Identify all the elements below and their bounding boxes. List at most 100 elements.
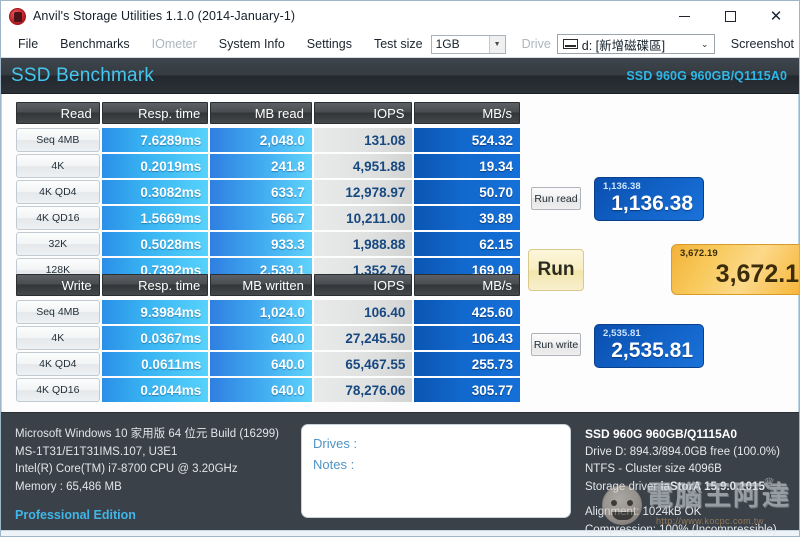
total-score-badge: 3,672.19 3,672.19	[671, 244, 799, 295]
cell-mbs: 425.60	[414, 300, 521, 324]
cell-iops: 1,988.88	[313, 232, 413, 256]
row-label: 4K QD4	[16, 180, 100, 204]
test-size-label: Test size	[373, 37, 423, 51]
app-window: Anvil's Storage Utilities 1.1.0 (2014-Ja…	[0, 0, 800, 537]
column-header-write: Write	[16, 274, 100, 296]
cell-iops: 65,467.55	[313, 352, 413, 376]
write-score-badge: 2,535.81 2,535.81	[594, 324, 704, 368]
cpu-model: Intel(R) Core(TM) i7-8700 CPU @ 3.20GHz	[15, 463, 238, 475]
row-label: Seq 4MB	[16, 300, 100, 324]
table-header-row: Write Resp. time MB written IOPS MB/s	[16, 274, 521, 296]
cell-mbs: 39.89	[414, 206, 521, 230]
table-row: 4K 0.2019ms 241.8 4,951.88 19.34	[16, 154, 521, 178]
maximize-button[interactable]	[707, 1, 753, 31]
notes-input[interactable]: Drives : Notes :	[301, 424, 571, 518]
drive-model: SSD 960G 960GB/Q1115A0	[585, 427, 738, 441]
cell-mb-read: 633.7	[210, 180, 312, 204]
cell-mb-written: 640.0	[210, 352, 312, 376]
cell-mb-read: 566.7	[210, 206, 312, 230]
cell-mb-written: 640.0	[210, 326, 312, 350]
page-title: SSD Benchmark	[11, 64, 155, 86]
column-header-mbs: MB/s	[414, 102, 521, 124]
row-label: 4K	[16, 326, 100, 350]
read-score-value: 1,136.38	[611, 192, 693, 215]
menu-item-system-info[interactable]: System Info	[209, 37, 295, 51]
drive-capacity: Drive D: 894.3/894.0GB free (100.0%)	[585, 445, 780, 458]
cell-mbs: 305.77	[414, 378, 521, 402]
chevron-down-icon[interactable]: ⌄	[696, 39, 714, 50]
cell-mb-read: 933.3	[210, 232, 312, 256]
run-button[interactable]: Run	[528, 249, 584, 291]
storage-driver-label: Storage driver	[585, 480, 658, 493]
cell-mb-read: 2,048.0	[210, 128, 312, 152]
drives-label: Drives :	[313, 436, 358, 451]
row-label: 4K QD16	[16, 378, 100, 402]
table-row: 4K QD4 0.0611ms 640.0 65,467.55 255.73	[16, 352, 521, 376]
cell-resp-time: 0.5028ms	[101, 232, 209, 256]
minimize-button[interactable]	[661, 1, 707, 31]
cell-mb-read: 241.8	[210, 154, 312, 178]
cell-iops: 12,978.97	[313, 180, 413, 204]
cell-mb-written: 640.0	[210, 378, 312, 402]
window-title: Anvil's Storage Utilities 1.1.0 (2014-Ja…	[33, 9, 296, 23]
cell-mb-written: 1,024.0	[210, 300, 312, 324]
cell-resp-time: 0.2044ms	[101, 378, 209, 402]
menu-item-screenshot[interactable]: Screenshot	[721, 37, 799, 51]
cell-resp-time: 0.3082ms	[101, 180, 209, 204]
header-drive-model: SSD 960G 960GB/Q1115A0	[626, 68, 787, 83]
test-size-select[interactable]: 1GB ▼	[430, 34, 506, 54]
cell-iops: 4,951.88	[313, 154, 413, 178]
cell-resp-time: 7.6289ms	[101, 128, 209, 152]
test-size-value: 1GB	[435, 36, 460, 51]
alignment-status: Alignment: 1024kB OK	[585, 506, 702, 518]
cell-mbs: 19.34	[414, 154, 521, 178]
run-read-button[interactable]: Run read	[531, 187, 581, 210]
cell-resp-time: 0.0367ms	[101, 326, 209, 350]
table-row: 32K 0.5028ms 933.3 1,988.88 62.15	[16, 232, 521, 256]
cell-iops: 10,211.00	[313, 206, 413, 230]
drive-label: Drive	[521, 37, 551, 51]
row-label: Seq 4MB	[16, 128, 100, 152]
menu-item-settings[interactable]: Settings	[297, 37, 362, 51]
memory-size: Memory : 65,486 MB	[15, 480, 122, 493]
column-header-mb-read: MB read	[210, 102, 312, 124]
storage-driver: Storage driver iaStorA 15.9.0.1015	[585, 479, 799, 497]
benchmark-content: Read Resp. time MB read IOPS MB/s Seq 4M…	[1, 94, 799, 412]
column-header-iops: IOPS	[313, 102, 413, 124]
table-row: 4K QD4 0.3082ms 633.7 12,978.97 50.70	[16, 180, 521, 204]
total-score-caption: 3,672.19	[680, 248, 718, 259]
chevron-down-icon[interactable]: ▼	[488, 35, 505, 53]
storage-driver-value: iaStorA 15.9.0.1015	[660, 480, 765, 493]
drive-filesystem: NTFS - Cluster size 4096B	[585, 463, 722, 475]
table-row: Seq 4MB 7.6289ms 2,048.0 131.08 524.32	[16, 128, 521, 152]
cell-resp-time: 1.5669ms	[101, 206, 209, 230]
drive-value: d: [新增磁碟區]	[581, 38, 666, 53]
menu-item-benchmarks[interactable]: Benchmarks	[50, 37, 139, 51]
menu-bar: File Benchmarks IOmeter System Info Sett…	[1, 31, 799, 58]
column-header-mbs: MB/s	[414, 274, 521, 296]
title-bar: Anvil's Storage Utilities 1.1.0 (2014-Ja…	[1, 1, 799, 31]
cell-mbs: 524.32	[414, 128, 521, 152]
row-label: 4K	[16, 154, 100, 178]
os-version: Microsoft Windows 10 家用版 64 位元 Build (16…	[15, 428, 279, 440]
run-write-button[interactable]: Run write	[531, 333, 581, 356]
column-header-mb-written: MB written	[210, 274, 312, 296]
compression-status: Compression: 100% (Incompressible)	[585, 523, 777, 536]
system-info-panel: Microsoft Windows 10 家用版 64 位元 Build (16…	[1, 413, 301, 530]
row-label: 4K QD16	[16, 206, 100, 230]
write-score-value: 2,535.81	[611, 339, 693, 362]
column-header-read: Read	[16, 102, 100, 124]
cell-iops: 131.08	[313, 128, 413, 152]
write-results-table: Write Resp. time MB written IOPS MB/s Se…	[16, 274, 521, 404]
cell-iops: 78,276.06	[313, 378, 413, 402]
write-score-caption: 2,535.81	[603, 328, 641, 339]
cell-mbs: 62.15	[414, 232, 521, 256]
drive-select[interactable]: d: [新增磁碟區] ⌄	[556, 34, 715, 54]
column-header-iops: IOPS	[313, 274, 413, 296]
menu-item-file[interactable]: File	[8, 37, 48, 51]
cell-mbs: 50.70	[414, 180, 521, 204]
close-button[interactable]: ✕	[753, 1, 799, 31]
anvil-icon	[9, 7, 26, 25]
row-label: 4K QD4	[16, 352, 100, 376]
